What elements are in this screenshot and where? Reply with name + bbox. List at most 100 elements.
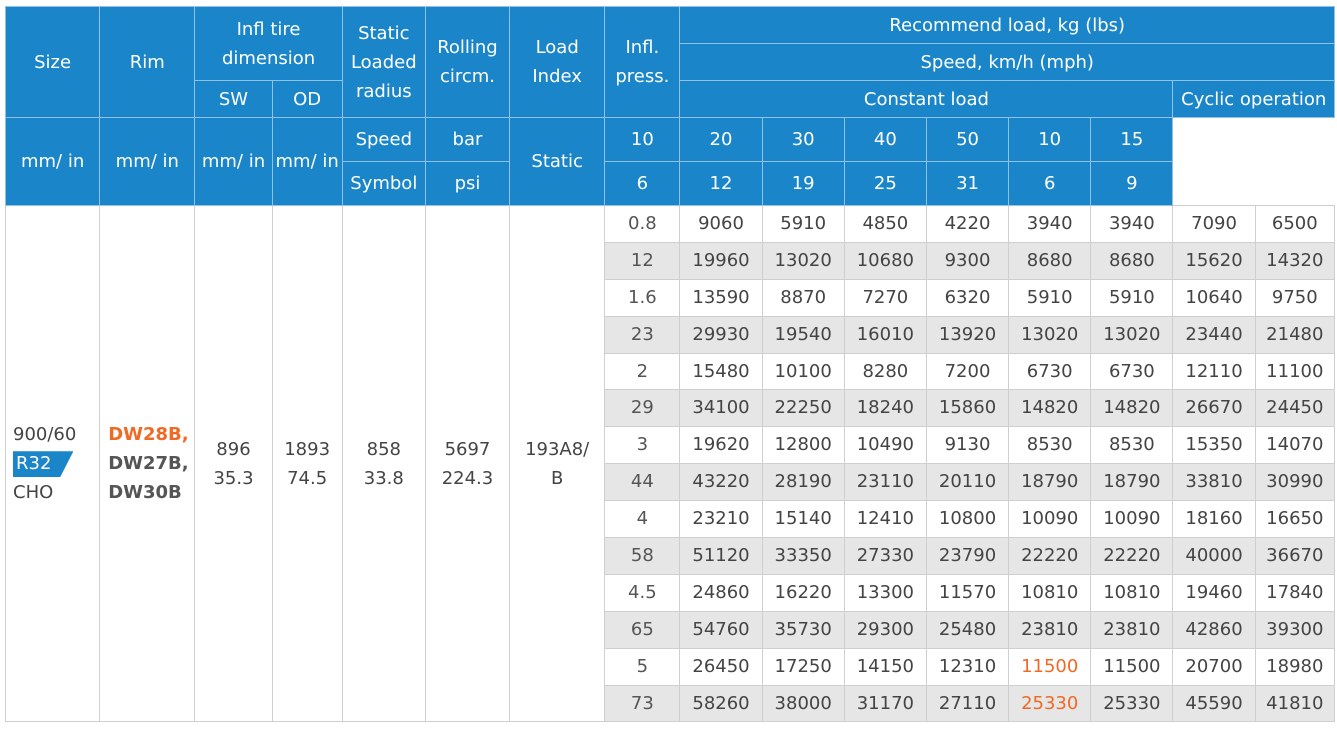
header-size: Size	[4, 6, 101, 118]
load-cell: 18790	[1008, 463, 1092, 502]
load-cell: 6320	[925, 278, 1010, 317]
slr-in: 33.8	[363, 467, 404, 489]
load-cell: 19540	[761, 315, 845, 354]
header-infl-tire-dimension: Infl tire dimension	[194, 6, 343, 81]
load-cell: 12310	[925, 647, 1010, 686]
header-constant-load: Constant load	[679, 80, 1174, 118]
header-static-loaded-radius: Static Loaded radius	[341, 6, 426, 118]
load-cell: 13300	[843, 573, 927, 612]
load-cell: 12110	[1172, 352, 1256, 391]
pressure-cell: 2	[604, 352, 681, 391]
load-cell: 15140	[761, 500, 845, 539]
header-cyclic-mph-6: 6	[1008, 161, 1092, 206]
load-cell: 9300	[925, 241, 1010, 280]
load-cell: 11500	[1008, 647, 1092, 686]
load-cell: 29930	[679, 315, 763, 354]
header-slr-unit: mm/ in	[194, 117, 273, 206]
header-bar: bar	[424, 117, 511, 162]
header-rolling-circm: Rolling circm.	[424, 6, 511, 118]
load-cell: 3940	[1090, 205, 1174, 243]
load-cell: 8530	[1008, 426, 1092, 465]
sw-in: 35.3	[213, 467, 254, 489]
load-cell: 33350	[761, 537, 845, 575]
header-mph-31: 31	[925, 161, 1010, 206]
load-cell: 10810	[1008, 573, 1092, 612]
roll-cell: 5697 224.3	[424, 204, 511, 723]
pressure-cell: 4	[604, 500, 681, 539]
load-cell: 22250	[761, 389, 845, 428]
load-cell: 8680	[1008, 241, 1092, 280]
load-cell: 8680	[1090, 241, 1174, 280]
load-cell: 8870	[761, 278, 845, 317]
tire-spec-table: Size Rim Infl tire dimension Static Load…	[4, 6, 1336, 723]
load-cell: 28190	[761, 463, 845, 502]
load-cell: 17250	[761, 647, 845, 686]
header-cyclic-kmh-10: 10	[1008, 117, 1092, 162]
table-row: 900/60 R32 CHO DW28B, DW27B, DW30B 896 3…	[4, 204, 1336, 723]
load-cell: 18240	[843, 389, 927, 428]
header-kmh-20: 20	[679, 117, 763, 162]
header-kmh-40: 40	[843, 117, 927, 162]
rim-line3: DW30B	[108, 482, 182, 504]
load-cell: 14820	[1008, 389, 1092, 428]
header-cyclic-operation: Cyclic operation	[1172, 80, 1335, 118]
header-kmh-30: 30	[761, 117, 845, 162]
load-cell: 6730	[1090, 352, 1174, 391]
load-cell: 18160	[1172, 500, 1256, 539]
od-cell: 1893 74.5	[271, 204, 343, 723]
load-cell: 19960	[679, 241, 763, 280]
header-kmh-10: 10	[604, 117, 681, 162]
load-cell: 14320	[1254, 241, 1336, 280]
load-cell: 25330	[1090, 684, 1174, 723]
load-cell: 23110	[843, 463, 927, 502]
load-cell: 51120	[679, 537, 763, 575]
load-cell: 33810	[1172, 463, 1256, 502]
pressure-cell: 58	[604, 537, 681, 575]
header-mph-12: 12	[679, 161, 763, 206]
load-cell: 11100	[1254, 352, 1336, 391]
size-line1: 900/60	[13, 424, 77, 446]
load-cell: 5910	[761, 205, 845, 243]
load-cell: 13920	[925, 315, 1010, 354]
load-cell: 9060	[679, 205, 763, 243]
load-cell: 4850	[843, 205, 927, 243]
load-index-cell: 193A8/ B	[509, 204, 606, 723]
load-cell: 41810	[1254, 684, 1336, 723]
load-cell: 9750	[1254, 278, 1336, 317]
pressure-cell: 73	[604, 684, 681, 723]
header-sw: SW	[194, 80, 273, 118]
load-cell: 43220	[679, 463, 763, 502]
load-cell: 13590	[679, 278, 763, 317]
load-cell: 17840	[1254, 573, 1336, 612]
load-index-line1: 193A8/	[525, 438, 590, 460]
load-cell: 6730	[1008, 352, 1092, 391]
pressure-cell: 65	[604, 610, 681, 649]
load-cell: 5910	[1090, 278, 1174, 317]
load-cell: 15350	[1172, 426, 1256, 465]
load-cell: 42860	[1172, 610, 1256, 649]
load-cell: 29300	[843, 610, 927, 649]
load-cell: 19460	[1172, 573, 1256, 612]
load-cell: 4220	[925, 205, 1010, 243]
load-cell: 6500	[1254, 205, 1336, 243]
pressure-cell: 1.6	[604, 278, 681, 317]
header-mph-6: 6	[604, 161, 681, 206]
load-cell: 27110	[925, 684, 1010, 723]
header-speed-kmh: Speed, km/h (mph)	[679, 43, 1335, 81]
load-cell: 30990	[1254, 463, 1336, 502]
load-cell: 23790	[925, 537, 1010, 575]
load-cell: 31170	[843, 684, 927, 723]
load-cell: 35730	[761, 610, 845, 649]
load-cell: 18790	[1090, 463, 1174, 502]
load-cell: 16220	[761, 573, 845, 612]
load-cell: 24860	[679, 573, 763, 612]
load-cell: 10100	[761, 352, 845, 391]
load-cell: 15860	[925, 389, 1010, 428]
pressure-cell: 4.5	[604, 573, 681, 612]
load-cell: 3940	[1008, 205, 1092, 243]
load-cell: 20110	[925, 463, 1010, 502]
header-symbol: Symbol	[341, 161, 426, 206]
load-cell: 15480	[679, 352, 763, 391]
header-mph-25: 25	[843, 161, 927, 206]
load-cell: 54760	[679, 610, 763, 649]
